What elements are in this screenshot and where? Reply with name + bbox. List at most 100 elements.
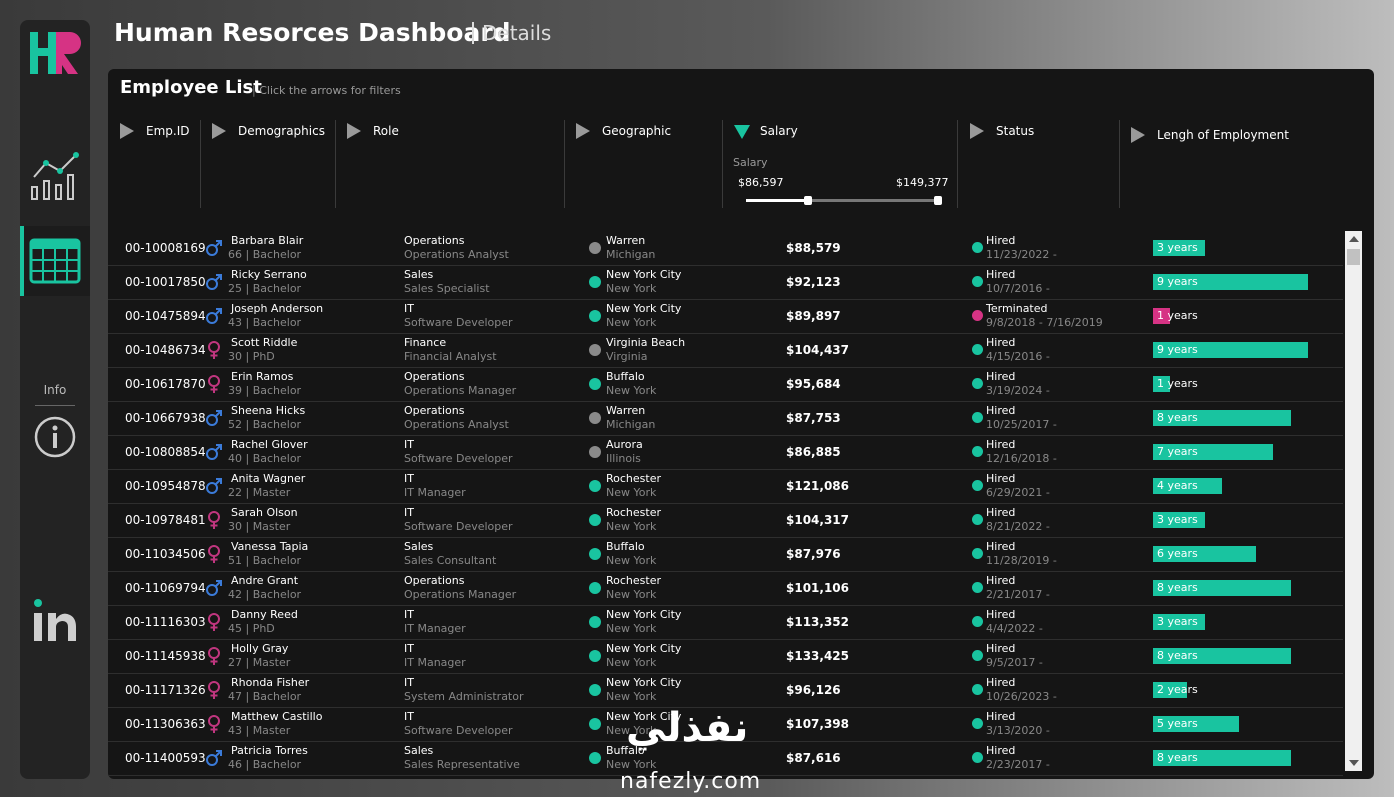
location-dot-icon <box>589 344 601 356</box>
employee-status: Hired <box>986 404 1016 417</box>
location-dot-icon <box>589 276 601 288</box>
expand-arrow-icon[interactable] <box>120 123 134 139</box>
employee-dates: 4/4/2022 - <box>986 622 1043 635</box>
employment-length-label: 5 years <box>1157 717 1198 730</box>
table-row[interactable]: 00-10954878 Anita Wagner 22 | Master IT IT M… <box>108 469 1343 504</box>
expand-arrow-icon[interactable] <box>970 123 984 139</box>
employment-length-label: 6 years <box>1157 547 1198 560</box>
salary-slider-max-handle[interactable] <box>934 196 942 205</box>
scrollbar-thumb[interactable] <box>1347 249 1360 265</box>
info-button[interactable] <box>20 402 90 472</box>
expand-arrow-icon[interactable] <box>576 123 590 139</box>
employee-id: 00-11069794 <box>125 581 206 595</box>
location-dot-icon <box>589 616 601 628</box>
employee-department: Finance <box>404 336 447 349</box>
collapse-arrow-icon[interactable] <box>734 125 750 139</box>
employee-role: Sales Consultant <box>404 554 497 567</box>
expand-arrow-icon[interactable] <box>1131 127 1145 143</box>
table-row[interactable]: 00-10486734 Scott Riddle 30 | PhD Finance Fi… <box>108 333 1343 368</box>
scroll-down-icon[interactable] <box>1349 760 1359 766</box>
status-dot-icon <box>972 582 983 593</box>
employee-demographics: 46 | Bachelor <box>228 758 302 771</box>
expand-arrow-icon[interactable] <box>347 123 361 139</box>
table-row[interactable]: 00-11116303 Danny Reed 45 | PhD IT IT Manage… <box>108 605 1343 640</box>
employee-state: Michigan <box>606 418 656 431</box>
male-icon <box>205 749 223 767</box>
vertical-scrollbar[interactable] <box>1345 231 1362 771</box>
employee-status: Terminated <box>986 302 1048 315</box>
employee-role: Operations Analyst <box>404 418 509 431</box>
nav-analytics[interactable] <box>20 140 90 210</box>
employee-status: Hired <box>986 574 1016 587</box>
salary-slider-min: $86,597 <box>738 176 784 189</box>
linkedin-button[interactable] <box>20 586 90 656</box>
employee-department: Operations <box>404 404 465 417</box>
watermark: نفذلي nafezly.com <box>620 705 790 795</box>
location-dot-icon <box>589 480 601 492</box>
nav-details[interactable] <box>20 226 90 296</box>
employee-department: IT <box>404 506 414 519</box>
employee-demographics: 25 | Bachelor <box>228 282 302 295</box>
employee-id: 00-11306363 <box>125 717 206 731</box>
employment-length-label: 1 years <box>1157 309 1198 322</box>
employee-name: Sheena Hicks <box>231 404 306 417</box>
location-dot-icon <box>589 718 601 730</box>
table-row[interactable]: 00-10978481 Sarah Olson 30 | Master IT Softw… <box>108 503 1343 538</box>
employee-status: Hired <box>986 234 1016 247</box>
table-row[interactable]: 00-11034506 Vanessa Tapia 51 | Bachelor Sal… <box>108 537 1343 572</box>
employee-department: Sales <box>404 268 434 281</box>
table-row[interactable]: 00-11145938 Holly Gray 27 | Master IT IT Man… <box>108 639 1343 674</box>
employee-salary: $133,425 <box>786 649 850 663</box>
employee-city: Rochester <box>606 506 661 519</box>
employee-state: Virginia <box>606 350 648 363</box>
table-row[interactable]: 00-10667938 Sheena Hicks 52 | Bachelor Oper… <box>108 401 1343 436</box>
employee-id: 00-10978481 <box>125 513 206 527</box>
salary-slider-min-handle[interactable] <box>804 196 812 205</box>
employee-city: Warren <box>606 404 646 417</box>
employee-name: Rachel Glover <box>231 438 308 451</box>
scroll-up-icon[interactable] <box>1349 236 1359 242</box>
watermark-latin: nafezly.com <box>620 769 762 794</box>
location-dot-icon <box>589 684 601 696</box>
employee-department: IT <box>404 302 414 315</box>
employee-demographics: 30 | PhD <box>228 350 275 363</box>
status-dot-icon <box>972 684 983 695</box>
employee-name: Holly Gray <box>231 642 289 655</box>
table-row[interactable]: 00-10475894 Joseph Anderson 43 | Bachelor I… <box>108 299 1343 334</box>
employee-status: Hired <box>986 336 1016 349</box>
employment-length-label: 3 years <box>1157 615 1198 628</box>
employee-name: Scott Riddle <box>231 336 298 349</box>
employee-state: New York <box>606 588 657 601</box>
employee-name: Sarah Olson <box>231 506 298 519</box>
status-dot-icon <box>972 242 983 253</box>
female-icon <box>205 613 223 631</box>
female-icon <box>205 375 223 393</box>
employee-city: New York City <box>606 642 682 655</box>
employee-salary: $121,086 <box>786 479 850 493</box>
sidebar: Info <box>20 20 90 779</box>
employee-salary: $87,753 <box>786 411 841 425</box>
expand-arrow-icon[interactable] <box>212 123 226 139</box>
male-icon <box>205 477 223 495</box>
table-row[interactable]: 00-10617870 Erin Ramos 39 | Bachelor Operat… <box>108 367 1343 402</box>
table-row[interactable]: 00-10017850 Ricky Serrano 25 | Bachelor Sal… <box>108 265 1343 300</box>
employee-role: Software Developer <box>404 452 513 465</box>
male-icon <box>205 273 223 291</box>
salary-slider-max: $149,377 <box>896 176 949 189</box>
employee-status: Hired <box>986 608 1016 621</box>
employment-length-label: 8 years <box>1157 751 1198 764</box>
male-icon <box>205 579 223 597</box>
employee-name: Joseph Anderson <box>231 302 324 315</box>
table-row[interactable]: 00-11069794 Andre Grant 42 | Bachelor Opera… <box>108 571 1343 606</box>
divider <box>564 120 565 208</box>
status-dot-icon <box>972 514 983 525</box>
table-row[interactable]: 00-10808854 Rachel Glover 40 | Bachelor IT S… <box>108 435 1343 470</box>
table-row[interactable]: 00-10008169 Barbara Blair 66 | Bachelor Ope… <box>108 231 1343 266</box>
table-row[interactable]: 00-11171326 Rhonda Fisher 47 | Bachelor IT S… <box>108 673 1343 708</box>
employee-id: 00-10008169 <box>125 241 206 255</box>
employee-id: 00-10667938 <box>125 411 206 425</box>
location-dot-icon <box>589 582 601 594</box>
employee-city: New York City <box>606 302 682 315</box>
employee-state: New York <box>606 316 657 329</box>
employee-salary: $86,885 <box>786 445 841 459</box>
